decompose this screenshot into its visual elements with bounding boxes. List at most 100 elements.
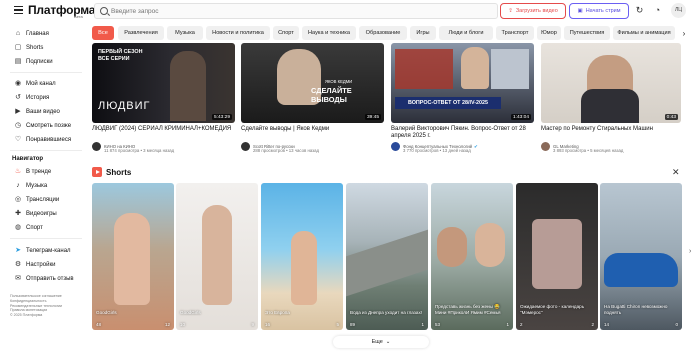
comments-count: 14 [604,322,610,327]
short-card[interactable]: Вода из Днепра уходит на глазах! 89 1 [346,183,428,330]
menu-icon[interactable] [14,6,23,14]
sidebar-item-feedback[interactable]: ✉ Отправить отзыв [14,273,90,284]
short-stats: 16 5 [265,322,339,327]
video-title[interactable]: Валерий Викторович Пякин. Вопрос-Ответ о… [391,126,539,140]
thumbnail-text: ПЕРВЫЙ СЕЗОН ВСЕ СЕРИИ [98,49,143,62]
refresh-icon[interactable]: ↻ [634,5,645,16]
person-figure [202,205,232,305]
chip-all[interactable]: Все [92,26,114,40]
show-more-button[interactable]: Еще ⌄ [333,336,429,348]
chip-games[interactable]: Игры [410,26,436,40]
video-thumbnail[interactable]: ПЕРВЫЙ СЕЗОН ВСЕ СЕРИИ ЛЮДВИГ 5:43:29 [92,43,235,123]
divider [10,150,82,151]
chip-music[interactable]: Музыка [167,26,203,40]
comments-count: 10 [180,322,186,327]
chip-people-blogs[interactable]: Люди и блоги [439,26,493,40]
video-duration: 0:43 [664,114,678,120]
search-input[interactable] [111,6,491,16]
sidebar-item-my-channel[interactable]: ◉ Мой канал [14,78,90,89]
videos-icon: ▶ [15,107,21,115]
sidebar-item-label: История [26,94,50,101]
sidebar-item-liked[interactable]: ♡ Понравившиеся [14,134,90,145]
music-icon: ♪ [16,181,20,189]
short-card[interactable]: Ha Bugatti Chiron невозможно поднять 14 0 [600,183,682,330]
short-card[interactable]: GoodGirls 48 12 [92,183,174,330]
comments-count: 48 [96,322,102,327]
chevron-right-icon[interactable]: › [689,248,698,257]
chip-news[interactable]: Новости и политика [206,26,270,40]
person-figure [170,51,206,121]
chip-transport[interactable]: Транспорт [496,26,534,40]
likes-count: 2 [591,322,594,327]
short-card[interactable]: Ожидаемое фото - календарь "Мэмерос" 2 2 [516,183,598,330]
chip-education[interactable]: Образование [359,26,407,40]
sidebar-item-your-videos[interactable]: ▶ Ваши видео [14,106,90,117]
thumbnail-text: ЯКОВ КЕДМИ [325,79,353,84]
verified-icon: ✔ [474,143,478,149]
search-bar[interactable] [94,3,498,19]
shorts-heading-label: Shorts [106,167,132,177]
sidebar-item-label: Смотреть позже [26,122,72,129]
likes-count: 5 [336,322,339,327]
sidebar-item-label: Ваши видео [26,108,60,115]
sidebar-item-shorts[interactable]: ▢ Shorts [14,42,90,53]
video-thumbnail[interactable]: ЯКОВ КЕДМИ СДЕЛАЙТЕ ВЫВОДЫ 39:45 [241,43,384,123]
channel-icon: ◉ [14,79,22,87]
chip-travel[interactable]: Путешествия [564,26,610,40]
comments-count: 2 [520,322,523,327]
video-title[interactable]: Мастер по Ремонту Стиральных Машин [541,126,689,133]
gear-icon: ⚙ [14,260,22,268]
divider [10,238,82,239]
sidebar-item-label: Мой канал [26,80,56,87]
avatar[interactable]: ЛЦ [671,3,686,18]
top-bar: Платформа Бета ⇪ Загрузить видео ▣ Начат… [0,0,700,22]
like-icon: ♡ [14,135,22,143]
chip-science[interactable]: Наука и техника [302,26,356,40]
short-card[interactable]: Представь жизнь без жены 😂 Мини #ПриколИ… [431,183,513,330]
video-duration: 1:43:04 [510,114,531,120]
video-thumbnail[interactable]: 0:43 [541,43,681,123]
sidebar-item-home[interactable]: ⌂ Главная [14,28,90,39]
chip-films[interactable]: Фильмы и анимация [613,26,675,40]
sidebar-item-label: Трансляции [26,196,60,203]
sidebar-item-history[interactable]: ↺ История [14,92,90,103]
sidebar-item-telegram[interactable]: ➤ Телеграм-канал [14,245,90,256]
short-stats: 53 1 [435,322,509,327]
sidebar-item-sport[interactable]: ◍ Спорт [14,222,90,233]
video-title[interactable]: Сделайте выводы | Яков Кедми [241,126,389,133]
video-thumbnail[interactable]: ВОПРОС-ОТВЕТ ОТ 28/IV-2025 1:43:04 [391,43,534,123]
video-title[interactable]: ЛЮДВИГ (2024) СЕРИАЛ КРИМИНАЛ+КОМЕДИЯ [92,126,240,133]
chip-entertainment[interactable]: Развлечения [118,26,164,40]
short-caption: Это Европа [265,309,290,315]
sidebar-item-label: Музыка [26,182,48,189]
likes-count: 1 [506,322,509,327]
short-card[interactable]: Это Европа 16 5 [261,183,343,330]
chips-next-arrow[interactable]: › [678,26,690,40]
short-card[interactable]: GoodGirls 10 9 [176,183,258,330]
sidebar: ⌂ Главная ▢ Shorts ▤ Подписки ◉ Мой канал ↺ И… [0,22,90,351]
bell-icon[interactable]: ◔ [652,5,663,16]
chip-sport[interactable]: Спорт [273,26,299,40]
logo-beta-label: Бета [74,14,83,19]
sidebar-item-watch-later[interactable]: ◷ Смотреть позже [14,120,90,131]
sidebar-item-settings[interactable]: ⚙ Настройки [14,259,90,270]
start-stream-button[interactable]: ▣ Начать стрим [569,3,629,19]
upload-video-label: Загрузить видео [515,8,558,14]
short-caption: Ожидаемое фото - календарь "Мэмерос" [520,304,585,315]
comments-count: 53 [435,322,441,327]
upload-video-button[interactable]: ⇪ Загрузить видео [500,3,566,19]
channel-avatar [92,142,101,151]
sidebar-item-broadcasts[interactable]: ◎ Трансляции [14,194,90,205]
close-icon[interactable]: ✕ [672,167,680,178]
likes-count: 12 [164,322,170,327]
logo[interactable]: Платформа [28,3,95,17]
sidebar-item-videogames[interactable]: ✚ Видеоигры [14,208,90,219]
sidebar-item-music[interactable]: ♪ Музыка [14,180,90,191]
person-figure [475,223,505,267]
chip-humor[interactable]: Юмор [537,26,561,40]
video-duration: 39:45 [364,114,381,120]
dam-wall [346,229,428,297]
likes-count: 1 [421,322,424,327]
sidebar-item-trending[interactable]: ♨ В тренде [14,166,90,177]
sidebar-item-subscriptions[interactable]: ▤ Подписки [14,56,90,67]
